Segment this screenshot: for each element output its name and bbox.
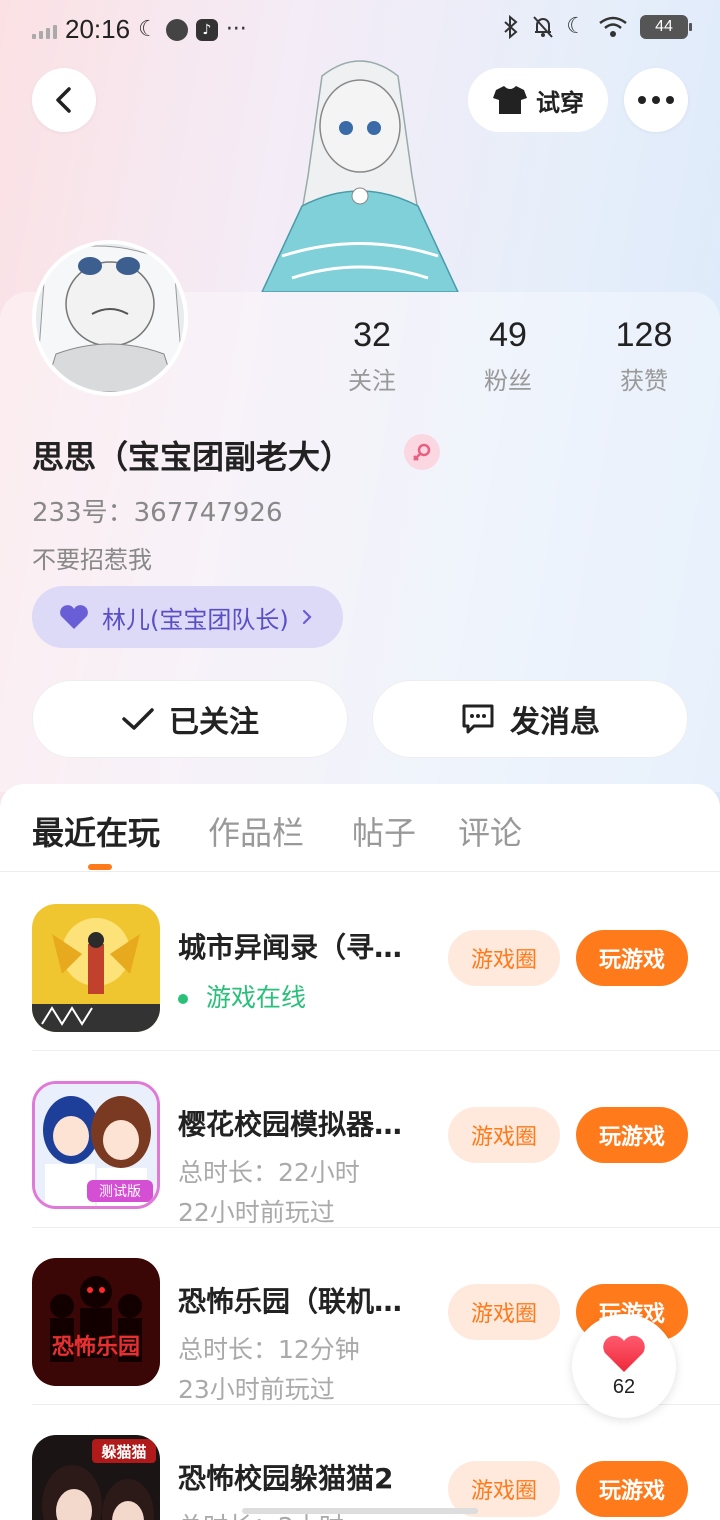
- game-icon[interactable]: 恐怖乐园: [32, 1258, 160, 1386]
- try-on-label: 试穿: [536, 88, 584, 117]
- more-options-button[interactable]: [624, 68, 688, 132]
- followed-label: 已关注: [169, 705, 259, 740]
- female-icon: [404, 434, 440, 470]
- avatar[interactable]: [32, 240, 188, 396]
- game-icon[interactable]: 测试版: [32, 1081, 160, 1209]
- game-circle-button[interactable]: 游戏圈: [448, 930, 560, 986]
- user-id: 233号：367747926: [32, 498, 283, 528]
- game-row[interactable]: 躲猫猫 恐怖校园躲猫猫2 总时长：2小时 游戏圈 玩游戏: [0, 1405, 720, 1520]
- active-tab-indicator: [88, 864, 112, 870]
- chat-bubble-icon: [462, 704, 494, 734]
- tab-posts[interactable]: 帖子: [352, 808, 416, 854]
- moon-icon: ☾: [566, 14, 586, 39]
- app-notification-icon: [165, 18, 188, 41]
- online-status-label: 游戏在线: [206, 983, 307, 1012]
- relation-label: 林儿(宝宝团队长): [102, 605, 289, 634]
- more-notifications-dots: ···: [225, 17, 247, 42]
- chevron-left-icon: [56, 87, 71, 113]
- game-name: 樱花校园模拟器…: [178, 1108, 403, 1141]
- status-time: 20:16: [65, 14, 131, 44]
- moon-icon: ☾: [138, 17, 158, 42]
- stat-likes-value: 128: [615, 316, 673, 354]
- game-last-played: 22小时前玩过: [178, 1198, 335, 1227]
- signal-icon: [32, 21, 57, 39]
- mute-bell-icon: [533, 15, 554, 38]
- play-game-button[interactable]: 玩游戏: [576, 1461, 688, 1517]
- tab-works[interactable]: 作品栏: [208, 808, 304, 854]
- game-name: 恐怖校园躲猫猫2: [178, 1462, 394, 1495]
- game-circle-button[interactable]: 游戏圈: [448, 1107, 560, 1163]
- game-name: 恐怖乐园（联机…: [178, 1285, 403, 1318]
- music-icon: ♪: [195, 18, 218, 41]
- username: 思思（宝宝团副老大）: [32, 438, 353, 476]
- game-last-played: 23小时前玩过: [178, 1375, 335, 1404]
- stat-likes[interactable]: 128 获赞: [584, 316, 704, 396]
- check-icon: [122, 708, 154, 730]
- game-total-time: 总时长：22小时: [178, 1158, 360, 1187]
- user-bio: 不要招惹我: [32, 546, 152, 574]
- game-online-status: 游戏在线: [178, 978, 306, 1014]
- game-total-time: 总时长：12分钟: [178, 1335, 360, 1364]
- game-row[interactable]: 测试版 樱花校园模拟器… 总时长：22小时 22小时前玩过 游戏圈 玩游戏: [0, 1051, 720, 1228]
- game-icon-label: 躲猫猫: [101, 1443, 146, 1461]
- send-message-button[interactable]: 发消息: [372, 680, 688, 758]
- game-circle-button[interactable]: 游戏圈: [448, 1284, 560, 1340]
- back-button[interactable]: [32, 68, 96, 132]
- like-count: 62: [612, 1375, 636, 1398]
- status-bar: 20:16 ☾ ♪ ··· ☾ 44: [0, 0, 720, 58]
- stat-following-value: 32: [353, 316, 391, 354]
- send-message-label: 发消息: [510, 705, 600, 740]
- game-name: 城市异闻录（寻…: [178, 931, 403, 964]
- game-icon[interactable]: [32, 904, 160, 1032]
- play-game-button[interactable]: 玩游戏: [576, 1107, 688, 1163]
- heart-icon: [60, 605, 88, 629]
- wifi-icon: [599, 16, 627, 37]
- shirt-icon: [493, 86, 527, 114]
- play-game-button[interactable]: 玩游戏: [576, 930, 688, 986]
- stat-fans[interactable]: 49 粉丝: [448, 316, 568, 396]
- stat-likes-label: 获赞: [620, 367, 668, 395]
- like-float-button[interactable]: 62: [572, 1314, 676, 1418]
- stat-fans-value: 49: [489, 316, 527, 354]
- avatar-character-image: [222, 56, 498, 292]
- online-dot-icon: [178, 994, 188, 1004]
- game-icon-label: 测试版: [99, 1184, 141, 1200]
- tab-bar: 最近在玩 作品栏 帖子 评论: [0, 784, 720, 872]
- game-row[interactable]: 城市异闻录（寻… 游戏在线 游戏圈 玩游戏: [0, 874, 720, 1051]
- heart-icon: [603, 1335, 645, 1372]
- bluetooth-icon: [504, 14, 518, 39]
- stat-following[interactable]: 32 关注: [312, 316, 432, 396]
- game-icon[interactable]: 躲猫猫: [32, 1435, 160, 1520]
- battery-icon: 44: [640, 14, 692, 39]
- more-dots-icon: [638, 96, 674, 104]
- game-icon-label: 恐怖乐园: [52, 1334, 140, 1360]
- chevron-right-icon: [302, 609, 312, 625]
- stat-following-label: 关注: [348, 367, 396, 395]
- tab-comments[interactable]: 评论: [458, 808, 522, 854]
- followed-button[interactable]: 已关注: [32, 680, 348, 758]
- try-on-button[interactable]: 试穿: [468, 68, 608, 132]
- tab-recently-played[interactable]: 最近在玩: [32, 808, 160, 854]
- stat-fans-label: 粉丝: [484, 367, 532, 395]
- home-indicator[interactable]: [242, 1508, 478, 1514]
- relation-chip[interactable]: 林儿(宝宝团队长): [32, 586, 343, 648]
